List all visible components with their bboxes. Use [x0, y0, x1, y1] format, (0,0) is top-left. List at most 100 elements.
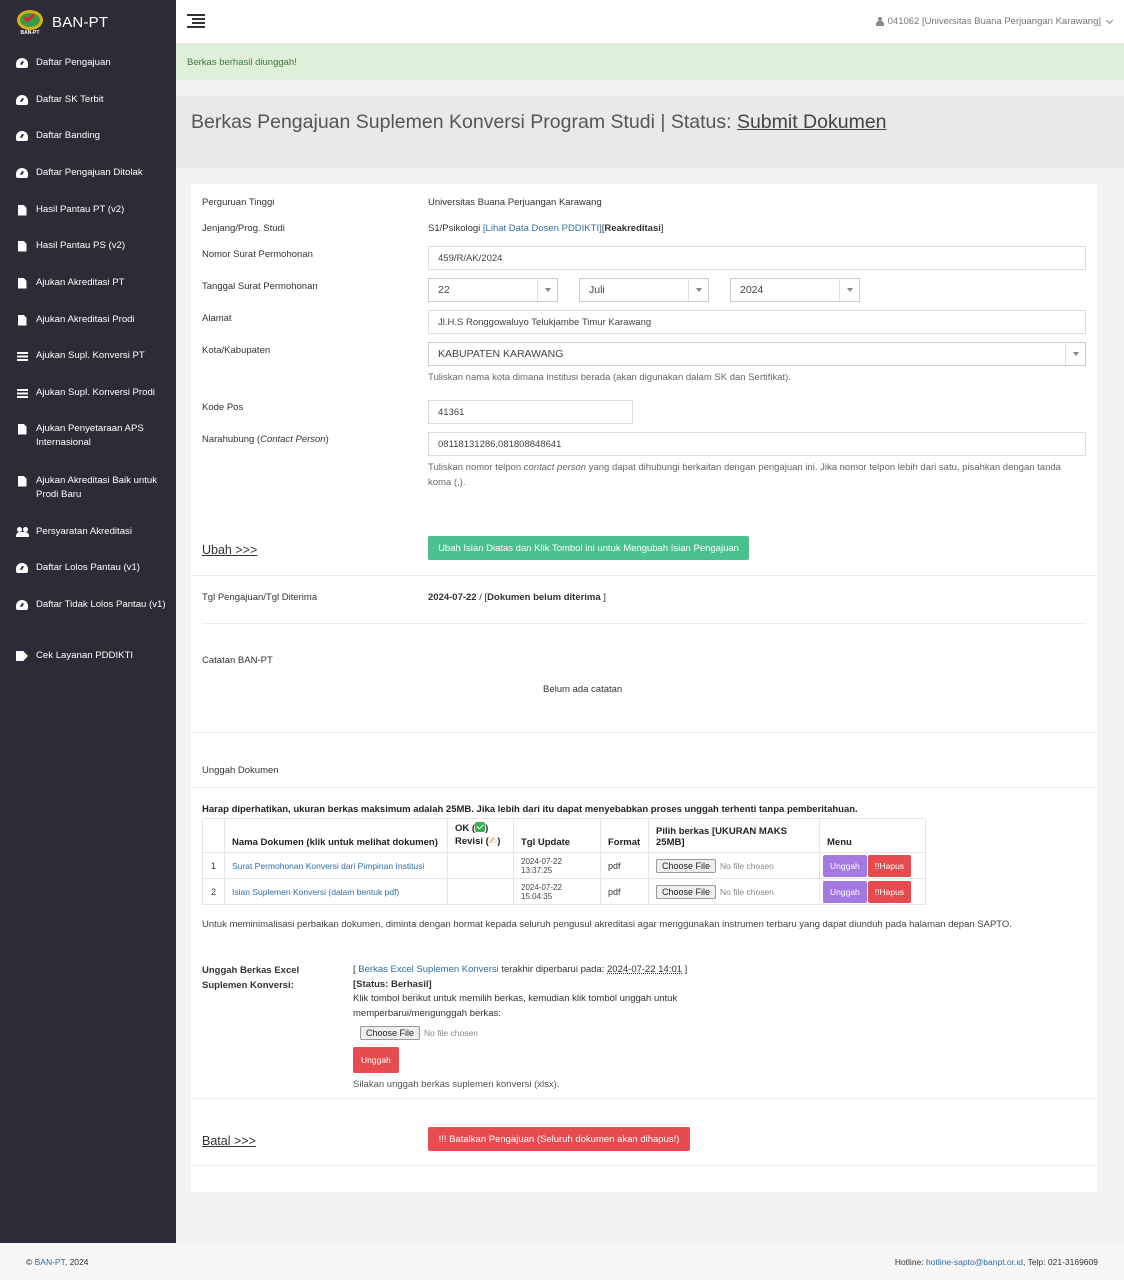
brand-name: BAN-PT: [52, 13, 109, 31]
divider: [191, 575, 1097, 576]
col-nama: Nama Dokumen (klik untuk melihat dokumen…: [224, 818, 448, 853]
prodi-label: Jenjang/Prog. Studi: [202, 223, 285, 234]
list-icon: [15, 350, 29, 362]
footer-copyright: © BAN-PT, 2024: [26, 1257, 89, 1267]
kodepos-label: Kode Pos: [202, 402, 244, 413]
sidebar-item-daftar-sk-terbit[interactable]: Daftar SK Terbit: [0, 93, 176, 107]
ubah-link[interactable]: Ubah >>>: [202, 543, 257, 557]
sapto-info: Untuk meminimalisasi perbaikan dokumen, …: [202, 919, 1012, 930]
unggah-label: Unggah Dokumen: [202, 765, 279, 776]
lihat-data-dosen-link[interactable]: [Lihat Data Dosen PDDIKTI]: [483, 223, 602, 234]
narahubung-input[interactable]: 08118131286,081808848641: [428, 432, 1086, 456]
prodi-value: S1/Psikologi [Lihat Data Dosen PDDIKTI][…: [428, 223, 664, 234]
divider: [191, 1165, 1097, 1166]
kodepos-input[interactable]: 41361: [428, 400, 633, 424]
main-panel: Perguruan Tinggi Universitas Buana Perju…: [191, 184, 1097, 1192]
sidebar-item-ajukan-supl-konversi-pt[interactable]: Ajukan Supl. Konversi PT: [0, 349, 176, 363]
sidebar-item-daftar-tidak-lolos-pantau[interactable]: Daftar Tidak Lolos Pantau (v1): [0, 598, 176, 612]
kota-label: Kota/Kabupaten: [202, 345, 271, 356]
file-icon: [15, 475, 29, 487]
col-format: Format: [600, 818, 649, 853]
topbar: 041062 [Universitas Buana Perjuangan Kar…: [176, 0, 1124, 44]
sidebar-item-ajukan-akreditasi-prodi[interactable]: Ajukan Akreditasi Prodi: [0, 313, 176, 327]
divider: [191, 732, 1097, 733]
nomor-label: Nomor Surat Permohonan: [202, 249, 313, 260]
catatan-value: Belum ada catatan: [543, 684, 623, 695]
hotline-email-link[interactable]: hotline-sapto@banpt.or.id: [926, 1257, 1023, 1267]
excel-choose-file-button[interactable]: Choose File: [360, 1026, 421, 1041]
unggah-button[interactable]: Unggah: [823, 854, 867, 877]
choose-file-button[interactable]: Choose File: [656, 884, 717, 899]
table-row: 2 Isian Suplemen Konversi (dalam bentuk …: [202, 878, 926, 905]
sidebar-item-ajukan-akreditasi-pt[interactable]: Ajukan Akreditasi PT: [0, 276, 176, 290]
choose-file-button[interactable]: Choose File: [656, 858, 717, 873]
excel-file-link[interactable]: Berkas Excel Suplemen Konversi: [358, 964, 498, 975]
brand[interactable]: BAN-PT BAN-PT: [0, 0, 176, 44]
sidebar-item-hasil-pantau-ps[interactable]: Hasil Pantau PS (v2): [0, 239, 176, 253]
sidebar-item-daftar-pengajuan[interactable]: Daftar Pengajuan: [0, 56, 176, 70]
narahubung-label: Narahubung (Contact Person): [202, 434, 329, 445]
status-link[interactable]: Submit Dokumen: [737, 111, 887, 133]
excel-unggah-button[interactable]: Unggah: [353, 1046, 399, 1073]
gauge-icon: [15, 562, 29, 574]
document-link[interactable]: Isian Suplemen Konversi (dalam bentuk pd…: [232, 887, 399, 897]
user-icon: [875, 17, 884, 26]
batalkan-pengajuan-button[interactable]: !!! Batalkan Pengajuan (Seluruh dokumen …: [428, 1127, 690, 1151]
divider: [202, 623, 1086, 624]
success-alert: Berkas berhasil diunggah!: [176, 44, 1124, 80]
sidebar-item-daftar-lolos-pantau[interactable]: Daftar Lolos Pantau (v1): [0, 561, 176, 575]
excel-label: Unggah Berkas Excel Suplemen Konversi:: [202, 965, 300, 991]
tgl-value: 2024-07-22 / [Dokumen belum diterima ]: [428, 592, 606, 603]
tags-icon: [15, 650, 29, 662]
footer: © BAN-PT, 2024 Hotline: hotline-sapto@ba…: [0, 1243, 1124, 1280]
tanggal-month-select[interactable]: Juli: [579, 278, 709, 302]
unggah-button[interactable]: Unggah: [823, 880, 867, 903]
divider: [191, 1098, 1097, 1099]
upload-notice: Harap diperhatikan, ukuran berkas maksim…: [202, 804, 858, 815]
sidebar-item-ajukan-akreditasi-baik[interactable]: Ajukan Akreditasi Baik untuk Prodi Baru: [0, 474, 176, 502]
nomor-surat-input[interactable]: 459/R/AK/2024: [428, 246, 1086, 270]
documents-table: Nama Dokumen (klik untuk melihat dokumen…: [202, 818, 926, 905]
tanggal-year-select[interactable]: 2024: [730, 278, 860, 302]
pt-value: Universitas Buana Perjuangan Karawang: [428, 197, 602, 208]
divider: [191, 787, 1097, 788]
kota-select[interactable]: KABUPATEN KARAWANG: [428, 342, 1086, 366]
sidebar-item-cek-layanan-pddikti[interactable]: Cek Layanan PDDIKTI: [0, 649, 176, 663]
batal-link[interactable]: Batal >>>: [202, 1134, 256, 1148]
menu-toggle-icon[interactable]: [187, 14, 205, 28]
hapus-button[interactable]: !!Hapus: [867, 880, 912, 903]
user-menu[interactable]: 041062 [Universitas Buana Perjuangan Kar…: [875, 16, 1114, 27]
kota-help: Tuliskan nama kota dimana institusi bera…: [428, 372, 791, 383]
gauge-icon: [15, 94, 29, 106]
check-icon: [475, 822, 486, 832]
sidebar-item-hasil-pantau-pt[interactable]: Hasil Pantau PT (v2): [0, 203, 176, 217]
file-icon: [15, 277, 29, 289]
tgl-label: Tgl Pengajuan/Tgl Diterima: [202, 592, 318, 603]
sidebar-item-daftar-banding[interactable]: Daftar Banding: [0, 129, 176, 143]
catatan-label: Catatan BAN-PT: [202, 655, 273, 666]
col-menu: Menu: [819, 818, 926, 853]
tanggal-day-select[interactable]: 22: [428, 278, 558, 302]
document-link[interactable]: Surat Permohonan Konversi dari Pimpinan …: [232, 861, 424, 871]
col-ok-revisi: OK () Revisi (✍): [447, 818, 514, 853]
table-header: Nama Dokumen (klik untuk melihat dokumen…: [202, 818, 926, 853]
ban-pt-logo-icon: BAN-PT: [14, 8, 46, 36]
ubah-isian-button[interactable]: Ubah Isian Diatas dan Klik Tombol ini un…: [428, 536, 749, 560]
footer-banpt-link[interactable]: BAN-PT: [35, 1257, 65, 1267]
alamat-input[interactable]: Jl.H.S Ronggowaluyo Telukjambe Timur Kar…: [428, 310, 1086, 334]
gauge-icon: [15, 167, 29, 179]
list-icon: [15, 387, 29, 399]
excel-section: [ Berkas Excel Suplemen Konversi terakhi…: [353, 964, 688, 1090]
sidebar-item-daftar-pengajuan-ditolak[interactable]: Daftar Pengajuan Ditolak: [0, 166, 176, 180]
col-tgl: Tgl Update: [513, 818, 601, 853]
sidebar-item-persyaratan-akreditasi[interactable]: Persyaratan Akreditasi: [0, 525, 176, 539]
gauge-icon: [15, 130, 29, 142]
chevron-down-icon: [1065, 343, 1085, 365]
gauge-icon: [15, 599, 29, 611]
writing-hand-icon: ✍: [488, 836, 498, 847]
file-text-icon: [15, 240, 29, 252]
sidebar-item-ajukan-supl-konversi-prodi[interactable]: Ajukan Supl. Konversi Prodi: [0, 386, 176, 400]
hapus-button[interactable]: !!Hapus: [867, 854, 912, 877]
chevron-down-icon: [537, 279, 557, 301]
sidebar-item-ajukan-penyetaraan-aps[interactable]: Ajukan Penyetaraan APS Internasional: [0, 422, 176, 450]
